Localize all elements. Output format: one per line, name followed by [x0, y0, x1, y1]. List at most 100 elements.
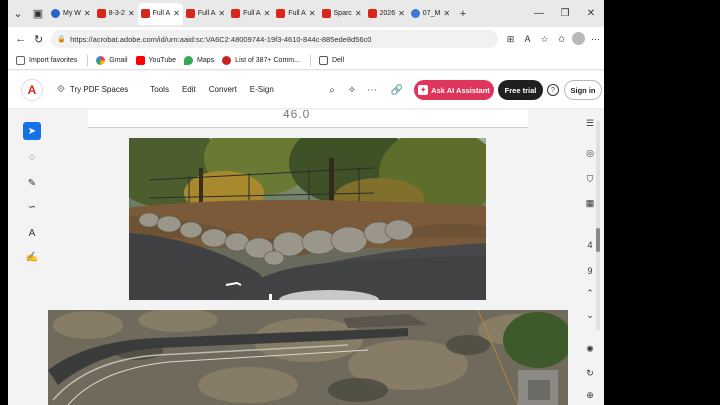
- close-icon[interactable]: ✕: [128, 9, 135, 18]
- profile-avatar[interactable]: [570, 31, 587, 47]
- comments-icon[interactable]: ◎: [582, 148, 598, 159]
- tab-label: Full A: [288, 10, 306, 17]
- favorite-label: Import favorites: [29, 56, 78, 64]
- tab-label: My W: [63, 10, 81, 17]
- menu-esign[interactable]: E-Sign: [250, 85, 274, 94]
- youtube-icon: [135, 55, 145, 65]
- spaces-icon: ⟐: [57, 84, 65, 95]
- chevron-down-icon[interactable]: ⌄: [582, 310, 598, 321]
- close-icon[interactable]: ✕: [355, 9, 362, 18]
- favorite-dell[interactable]: Dell: [318, 55, 345, 65]
- refresh-icon[interactable]: ↻: [30, 33, 48, 46]
- notes-icon[interactable]: ☰: [582, 118, 598, 129]
- settings-icon[interactable]: ✺: [582, 344, 598, 355]
- pdf-icon: [140, 9, 150, 18]
- folder-icon: [318, 55, 328, 65]
- back-icon[interactable]: ←: [12, 33, 30, 45]
- favorite-list[interactable]: List of 387+ Comm...: [222, 55, 300, 65]
- pen-tool-icon[interactable]: ✎: [23, 174, 41, 192]
- sign-in-button[interactable]: Sign in: [564, 80, 602, 100]
- tab-label: Full A: [243, 10, 261, 17]
- app-available-icon[interactable]: ⊞: [502, 34, 519, 45]
- page-total: 9: [587, 266, 593, 276]
- favorite-maps[interactable]: Maps: [184, 55, 214, 65]
- spaces-label: Try PDF Spaces: [69, 85, 129, 94]
- close-icon[interactable]: ✕: [443, 9, 450, 18]
- browser-window: ⌄ ▣ My W ✕ 8-3-2 ✕ Full A ✕ Full A ✕ Full A ✕…: [8, 0, 604, 405]
- select-tool-icon[interactable]: ➤: [23, 122, 41, 140]
- more-icon[interactable]: ⋯: [587, 34, 604, 45]
- favorites-bar: Import favorites Gmail YouTube Maps List…: [8, 51, 604, 70]
- ai-icon: ✦: [418, 85, 429, 95]
- right-rail: ☰ ◎ ⛉ ▦ 4 9 ⌃ ⌄ ✺ ↻ ⊕: [576, 110, 604, 405]
- thumbnails-icon[interactable]: ▦: [582, 198, 598, 209]
- acrobat-logo[interactable]: A: [21, 78, 43, 101]
- tab[interactable]: 8-3-2 ✕: [94, 3, 138, 25]
- close-icon[interactable]: ✕: [264, 9, 271, 18]
- favorite-star-icon[interactable]: ☆: [536, 34, 553, 45]
- tab[interactable]: 2026 ✕: [365, 3, 408, 25]
- pdf-icon: [231, 9, 241, 18]
- tab[interactable]: Full A ✕: [183, 3, 228, 25]
- ask-ai-assistant-button[interactable]: ✦ Ask AI Assistant: [414, 80, 494, 100]
- link-icon[interactable]: 🔗: [382, 85, 412, 96]
- street-photo-image: [129, 138, 486, 300]
- chevron-up-icon[interactable]: ⌃: [582, 288, 598, 299]
- tab-label: Sparc: [333, 10, 352, 17]
- screen: ⌄ ▣ My W ✕ 8-3-2 ✕ Full A ✕ Full A ✕ Full A ✕…: [0, 0, 720, 405]
- bookmark-icon[interactable]: ⛉: [582, 174, 598, 185]
- tab[interactable]: Sparc ✕: [319, 3, 365, 25]
- tab-label: 2026: [379, 10, 396, 17]
- ai-sparkle-icon[interactable]: ✧: [342, 85, 362, 96]
- document-view[interactable]: 46.0: [48, 110, 578, 405]
- favorite-label: Gmail: [109, 56, 128, 64]
- pdf-spaces-link[interactable]: ⟐ Try PDF Spaces: [57, 84, 128, 95]
- main-menu: Tools Edit Convert E-Sign: [150, 85, 287, 94]
- close-icon[interactable]: ✕: [84, 9, 91, 18]
- close-icon[interactable]: ✕: [173, 9, 180, 18]
- more-icon[interactable]: ⋯: [362, 85, 382, 96]
- tab-actions-icon[interactable]: ⌄: [8, 4, 28, 24]
- street-photo: [129, 138, 486, 300]
- favorite-youtube[interactable]: YouTube: [135, 55, 176, 65]
- rotate-icon[interactable]: ↻: [582, 368, 598, 379]
- close-icon[interactable]: ✕: [218, 9, 225, 18]
- search-icon[interactable]: ⌕: [322, 85, 342, 96]
- comment-tool-icon[interactable]: ◌: [23, 148, 41, 166]
- tab[interactable]: Full A ✕: [273, 3, 318, 25]
- favorites-icon[interactable]: ✩: [553, 34, 570, 45]
- new-tab-button[interactable]: +: [453, 4, 473, 24]
- address-actions: ⊞ A ☆ ✩ ⋯: [502, 31, 604, 47]
- zoom-icon[interactable]: ⊕: [582, 390, 598, 401]
- aerial-photo-image: [48, 310, 568, 405]
- tab[interactable]: Full A ✕: [228, 3, 273, 25]
- pdf-icon: [321, 9, 331, 18]
- favorite-gmail[interactable]: Gmail: [96, 55, 128, 65]
- address-bar[interactable]: 🔒 https://acrobat.adobe.com/id/urn:aaid:…: [51, 30, 498, 48]
- divider: [309, 54, 311, 66]
- lock-icon: 🔒: [57, 36, 67, 43]
- minimize-icon[interactable]: —: [526, 8, 552, 19]
- close-window-icon[interactable]: ✕: [578, 8, 604, 19]
- tab-active[interactable]: Full A ✕: [137, 2, 183, 25]
- favorite-label: Dell: [331, 56, 345, 64]
- workspaces-icon[interactable]: ▣: [28, 4, 48, 24]
- sign-tool-icon[interactable]: ✍: [23, 248, 41, 266]
- menu-convert[interactable]: Convert: [209, 85, 237, 94]
- tab[interactable]: My W ✕: [48, 3, 94, 25]
- tab-label: Full A: [197, 10, 216, 17]
- help-icon[interactable]: ?: [547, 84, 559, 96]
- page-current: 4: [587, 240, 593, 250]
- free-trial-button[interactable]: Free trial: [498, 80, 543, 100]
- page-footer-number: 46.0: [283, 110, 311, 121]
- favorite-import[interactable]: Import favorites: [16, 55, 78, 65]
- read-aloud-icon[interactable]: A: [519, 34, 536, 44]
- freehand-tool-icon[interactable]: ∽: [23, 198, 41, 216]
- restore-icon[interactable]: ❐: [552, 8, 578, 19]
- close-icon[interactable]: ✕: [398, 9, 405, 18]
- text-tool-icon[interactable]: A: [23, 224, 41, 242]
- menu-tools[interactable]: Tools: [150, 85, 169, 94]
- close-icon[interactable]: ✕: [309, 9, 316, 18]
- menu-edit[interactable]: Edit: [182, 85, 196, 94]
- tab[interactable]: 07_M ✕: [408, 3, 453, 25]
